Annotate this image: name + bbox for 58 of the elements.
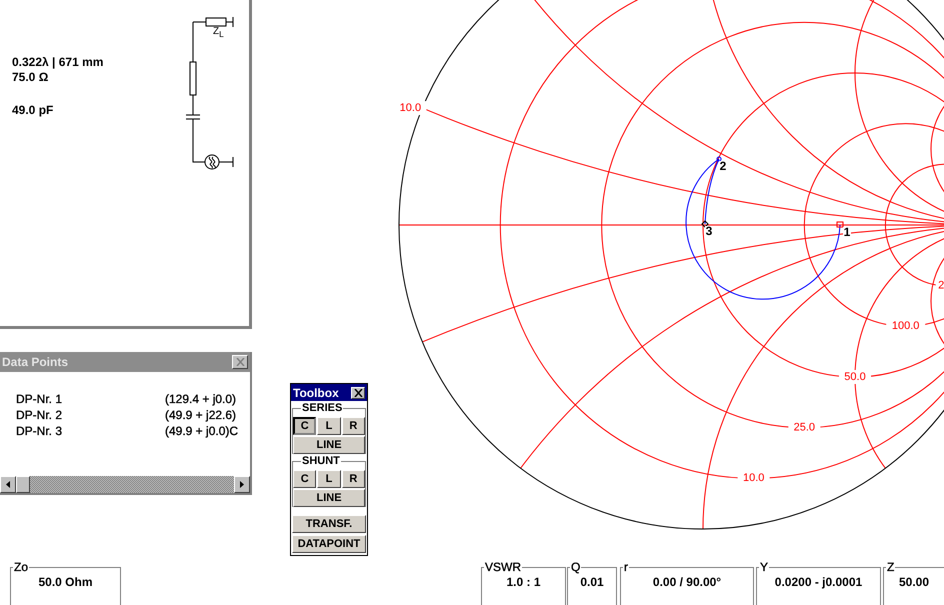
status-value: 50.0 Ohm — [38, 574, 93, 591]
status-value: 1.0 : 1 — [506, 574, 541, 591]
group-label: SERIES — [301, 403, 344, 414]
scroll-left-button[interactable] — [0, 476, 16, 493]
close-button[interactable] — [232, 355, 248, 369]
status-label: Y — [759, 561, 770, 573]
line-length: 0.322λ | 671 mm — [12, 55, 104, 69]
close-icon — [354, 388, 362, 396]
resistance-label: 10.0 — [742, 472, 764, 484]
right-arrow-icon — [240, 481, 244, 488]
window-title: Toolbox — [293, 386, 339, 400]
left-arrow-icon — [6, 481, 10, 488]
data-point-name: DP-Nr. 2 — [16, 407, 64, 423]
data-point-label: 1 — [844, 225, 850, 240]
component-button[interactable]: C — [293, 470, 316, 488]
status-value: 0.00 / 90.00° — [652, 574, 722, 591]
data-point-label: 3 — [706, 224, 712, 238]
group-label: SHUNT — [301, 456, 341, 467]
component-button[interactable]: L — [317, 470, 341, 488]
data-point-value: (49.9 + j22.6) — [165, 407, 238, 423]
status-label: Q — [570, 561, 582, 573]
data-point-marker — [701, 220, 709, 228]
scroll-right-button[interactable] — [234, 476, 250, 493]
component-button[interactable]: R — [342, 417, 365, 435]
tool-button[interactable]: TRANSF. — [292, 515, 366, 533]
close-icon — [236, 358, 244, 366]
capacitance-value: 49.0 pF — [12, 103, 54, 117]
resistance-label: 100.0 — [892, 320, 920, 332]
status-label: Z — [886, 561, 896, 573]
line-button[interactable]: LINE — [293, 489, 365, 507]
line-button[interactable]: LINE — [293, 436, 365, 454]
reactance-label: 10.0 — [400, 102, 422, 114]
component-button[interactable]: R — [342, 470, 365, 488]
resistance-label: 25.0 — [794, 422, 816, 434]
status-label: Zo — [13, 561, 30, 573]
resistance-label: 2 — [938, 280, 944, 292]
data-point-name: DP-Nr. 3 — [16, 423, 64, 439]
data-point-value: (49.9 + j0.0)C — [165, 423, 240, 439]
resistance-label: 50.0 — [844, 370, 866, 383]
component-button[interactable]: C — [293, 417, 316, 435]
line-impedance: 75.0 Ω — [12, 70, 48, 84]
window-title: Data Points — [2, 355, 68, 369]
component-button[interactable]: L — [317, 417, 341, 435]
data-point-marker — [716, 156, 722, 162]
status-value: 0.0200 - j0.0001 — [774, 574, 862, 591]
close-button[interactable] — [351, 386, 365, 398]
status-value: 50.00 — [898, 574, 930, 591]
data-point-marker — [836, 222, 844, 228]
data-point-value: (129.4 + j0.0) — [165, 391, 238, 407]
horizontal-scrollbar[interactable] — [0, 476, 250, 493]
data-point-label: 2 — [720, 159, 726, 174]
scroll-thumb[interactable] — [16, 476, 30, 493]
tool-button[interactable]: DATAPOINT — [292, 535, 366, 553]
load-label: Z$_{L}$ — [213, 27, 224, 39]
status-value: 0.01 — [580, 574, 604, 591]
status-label: r — [623, 561, 629, 573]
data-point-name: DP-Nr. 1 — [16, 391, 64, 407]
status-label: VSWR — [484, 561, 522, 573]
